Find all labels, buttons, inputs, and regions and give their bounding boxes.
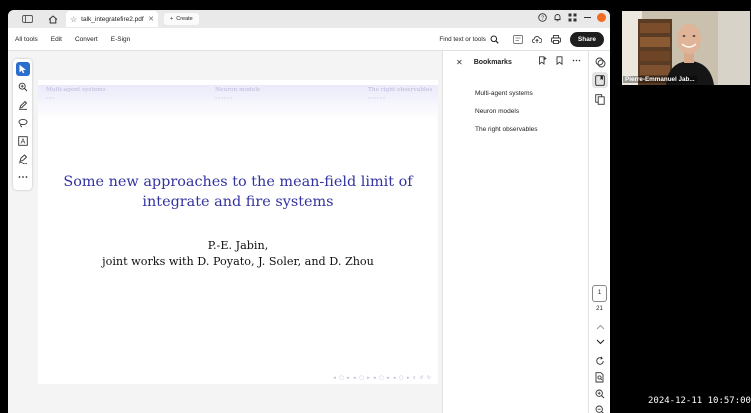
close-tab-icon[interactable]: ✕ (148, 15, 154, 23)
slide-authors: P.-E. Jabin, joint works with D. Poyato,… (38, 238, 438, 270)
zoom-icon[interactable] (16, 80, 30, 94)
bookmark-item[interactable]: Multi-agent systems (475, 90, 533, 97)
current-page-input[interactable]: 1 (592, 285, 607, 302)
beamer-nav-symbols[interactable]: ◂ ▢ ▸ ◂ ▢ ▸ ◂ ▢ ▸ ◂ ▢ ▸ ≡ ↺ ↻ (333, 375, 432, 381)
copy-pages-icon[interactable] (594, 93, 606, 105)
star-icon[interactable]: ☆ (70, 15, 77, 24)
slide-title: Some new approaches to the mean-field li… (38, 172, 438, 212)
bookmarks-header: ✕ Bookmarks (443, 51, 589, 73)
apps-grid-icon[interactable] (567, 12, 577, 22)
nav-dots: ○○○ (46, 95, 55, 100)
chevron-down-icon[interactable] (594, 336, 606, 348)
menu-e-sign[interactable]: E-Sign (111, 36, 131, 43)
bookmarks-panel: ✕ Bookmarks Multi-agent systems Neuron m… (442, 51, 588, 413)
bookmarks-title: Bookmarks (473, 58, 512, 66)
acrobat-window: ☆ talk_integratefire2.pdf ✕ + Create ? A… (8, 10, 610, 413)
help-icon[interactable]: ? (537, 12, 547, 22)
bookmark-item[interactable]: Neuron models (475, 108, 519, 115)
minimize-icon[interactable] (582, 12, 592, 22)
right-rail: 1 21 (588, 51, 610, 413)
webcam-video: Pierre-Emmanuel Jab... (622, 11, 750, 85)
sidebar-toggle-icon[interactable] (18, 12, 36, 26)
lasso-icon[interactable] (16, 116, 30, 130)
menu-edit[interactable]: Edit (51, 36, 62, 43)
tool-palette: A (13, 59, 32, 190)
bookmark-icon[interactable] (555, 56, 564, 67)
refresh-icon[interactable] (594, 355, 606, 367)
text-box-icon[interactable]: A (16, 134, 30, 148)
cloud-upload-icon[interactable] (531, 35, 542, 45)
pdf-page[interactable]: Multi-agent systems ○○○ Neuron models ○○… (38, 80, 438, 384)
page-search-icon[interactable] (594, 371, 606, 383)
menu-all-tools[interactable]: All tools (15, 36, 38, 43)
tab-document[interactable]: ☆ talk_integratefire2.pdf ✕ (66, 11, 158, 27)
more-options-icon[interactable] (572, 56, 581, 67)
edit-pdf-icon[interactable] (512, 35, 523, 45)
user-avatar[interactable] (597, 12, 606, 22)
select-cursor-icon[interactable] (15, 62, 30, 76)
chevron-up-icon[interactable] (594, 321, 606, 333)
menu-bar: All tools Edit Convert E-Sign Find text … (8, 28, 610, 51)
bookmarks-panel-icon[interactable] (592, 72, 608, 88)
close-icon[interactable]: ✕ (456, 58, 463, 67)
create-tab-button[interactable]: + Create (164, 13, 199, 25)
nav-section-neuron-models[interactable]: Neuron models (215, 87, 260, 93)
sign-icon[interactable] (16, 152, 30, 166)
comments-icon[interactable] (594, 56, 606, 68)
slide-author-line: P.-E. Jabin, (207, 239, 269, 252)
webcam-image (622, 11, 750, 85)
plus-icon: + (170, 16, 174, 22)
bookmark-item[interactable]: The right observables (475, 126, 538, 133)
svg-text:A: A (20, 138, 25, 145)
add-bookmark-icon[interactable] (538, 56, 547, 67)
create-tab-label: Create (176, 16, 193, 22)
tab-bar: ☆ talk_integratefire2.pdf ✕ + Create ? (8, 10, 610, 28)
find-text-label[interactable]: Find text or tools (439, 36, 486, 43)
print-icon[interactable] (550, 35, 561, 45)
more-tools-icon[interactable] (16, 170, 30, 184)
search-icon[interactable] (490, 35, 500, 45)
nav-section-right-observables[interactable]: The right observables (368, 87, 432, 93)
tab-title: talk_integratefire2.pdf (81, 15, 144, 23)
share-button[interactable]: Share (569, 32, 604, 47)
nav-dots: ○○○○○○ (368, 95, 386, 100)
zoom-in-icon[interactable] (594, 388, 606, 400)
total-pages: 21 (596, 306, 603, 312)
nav-section-multi-agent[interactable]: Multi-agent systems (46, 87, 106, 93)
svg-text:?: ? (540, 15, 543, 21)
pen-icon[interactable] (16, 98, 30, 112)
participant-name: Pierre-Emmanuel Jab... (623, 76, 697, 83)
bell-icon[interactable] (552, 12, 562, 22)
slide-navigation-header: Multi-agent systems ○○○ Neuron models ○○… (38, 85, 438, 119)
menu-convert[interactable]: Convert (75, 36, 98, 43)
slide-title-line: Some new approaches to the mean-field li… (63, 174, 413, 190)
slide-title-line: integrate and fire systems (142, 194, 334, 210)
recording-timestamp: 2024-12-11 10:57:00 (648, 396, 751, 406)
slide-author-line: joint works with D. Poyato, J. Soler, an… (102, 255, 374, 268)
nav-dots: ○○○○○○ (215, 95, 233, 100)
home-icon[interactable] (44, 12, 62, 26)
zoom-out-icon[interactable] (594, 404, 606, 413)
